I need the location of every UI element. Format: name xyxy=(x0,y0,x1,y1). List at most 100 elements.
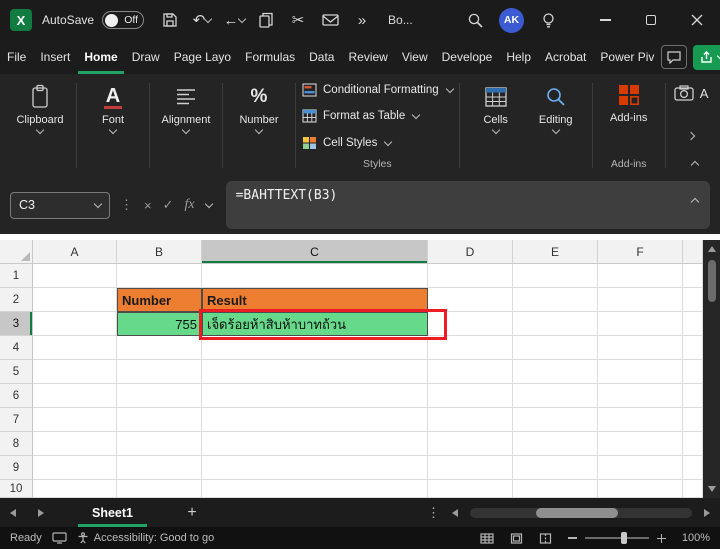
cell-C5[interactable] xyxy=(202,360,428,384)
zoom-in-button[interactable] xyxy=(657,534,666,543)
row-header-1[interactable]: 1 xyxy=(0,264,33,288)
cell-A2[interactable] xyxy=(33,288,117,312)
cell-F2[interactable] xyxy=(598,288,683,312)
cell-E4[interactable] xyxy=(513,336,598,360)
cell-B10[interactable] xyxy=(117,480,202,498)
cell-D4[interactable] xyxy=(428,336,513,360)
tab-draw[interactable]: Draw xyxy=(126,40,166,74)
close-button[interactable] xyxy=(674,0,720,40)
tab-power-pivot[interactable]: Power Piv xyxy=(594,40,660,74)
insert-function-button[interactable]: fx xyxy=(185,197,195,213)
cell-E5[interactable] xyxy=(513,360,598,384)
cell-A3[interactable] xyxy=(33,312,117,336)
tab-page-layout[interactable]: Page Layo xyxy=(168,40,237,74)
column-header-B[interactable]: B xyxy=(117,240,202,264)
zoom-out-button[interactable] xyxy=(568,537,577,539)
minimize-button[interactable] xyxy=(582,0,628,40)
cell-C2[interactable]: Result xyxy=(202,288,428,312)
cell-E10[interactable] xyxy=(513,480,598,498)
cell-D1[interactable] xyxy=(428,264,513,288)
row-header-5[interactable]: 5 xyxy=(0,360,33,384)
clipboard-group-button[interactable]: Clipboard xyxy=(10,79,70,174)
cell-F6[interactable] xyxy=(598,384,683,408)
cut-icon[interactable]: ✂ xyxy=(285,7,311,33)
page-break-view-icon[interactable] xyxy=(539,533,552,544)
cell-D5[interactable] xyxy=(428,360,513,384)
search-icon[interactable] xyxy=(462,7,488,33)
cell-B5[interactable] xyxy=(117,360,202,384)
undo-icon[interactable]: ↶ xyxy=(189,7,215,33)
comments-button[interactable] xyxy=(661,45,687,69)
back-arrow-icon[interactable]: ← xyxy=(221,7,247,33)
row-header-3[interactable]: 3 xyxy=(0,312,33,336)
cell-E2[interactable] xyxy=(513,288,598,312)
cell-B3[interactable]: 755 xyxy=(117,312,202,336)
row-header-8[interactable]: 8 xyxy=(0,432,33,456)
addin-partial-icon[interactable]: A xyxy=(700,86,709,101)
cell-F4[interactable] xyxy=(598,336,683,360)
cell-B1[interactable] xyxy=(117,264,202,288)
tab-insert[interactable]: Insert xyxy=(34,40,76,74)
cell-D3[interactable] xyxy=(428,312,513,336)
name-box[interactable]: C3 xyxy=(10,192,110,219)
scroll-up-button[interactable] xyxy=(708,240,716,258)
row-header-10[interactable]: 10 xyxy=(0,480,33,498)
row-header-2[interactable]: 2 xyxy=(0,288,33,312)
select-all-button[interactable] xyxy=(0,240,33,264)
column-header-E[interactable]: E xyxy=(513,240,598,264)
addins-button[interactable]: Add-ins xyxy=(599,79,659,124)
camera-icon[interactable] xyxy=(674,85,694,101)
cell-A4[interactable] xyxy=(33,336,117,360)
add-sheet-button[interactable]: + xyxy=(181,504,203,522)
hscroll-left-button[interactable] xyxy=(452,509,458,517)
cell-B2[interactable]: Number xyxy=(117,288,202,312)
cell-D2[interactable] xyxy=(428,288,513,312)
cell-A8[interactable] xyxy=(33,432,117,456)
vertical-scrollbar-thumb[interactable] xyxy=(708,260,716,302)
normal-view-icon[interactable] xyxy=(480,533,494,544)
cell-A9[interactable] xyxy=(33,456,117,480)
macro-record-icon[interactable] xyxy=(52,532,67,544)
scroll-down-button[interactable] xyxy=(708,480,716,498)
tab-help[interactable]: Help xyxy=(500,40,537,74)
tab-data[interactable]: Data xyxy=(303,40,340,74)
row-header-4[interactable]: 4 xyxy=(0,336,33,360)
cell-B8[interactable] xyxy=(117,432,202,456)
cell-F3[interactable] xyxy=(598,312,683,336)
autosave-toggle[interactable]: Off xyxy=(102,11,144,29)
cell-E1[interactable] xyxy=(513,264,598,288)
cell-E8[interactable] xyxy=(513,432,598,456)
editing-group-button[interactable]: Editing xyxy=(526,79,586,174)
cell-C6[interactable] xyxy=(202,384,428,408)
column-header-C[interactable]: C xyxy=(202,240,428,264)
cell-F5[interactable] xyxy=(598,360,683,384)
quick-access-overflow-icon[interactable]: » xyxy=(349,7,375,33)
cell-C8[interactable] xyxy=(202,432,428,456)
cell-D10[interactable] xyxy=(428,480,513,498)
cell-styles-button[interactable]: Cell Styles xyxy=(302,132,453,154)
number-group-button[interactable]: % Number xyxy=(229,79,289,174)
lightbulb-icon[interactable] xyxy=(535,7,561,33)
formula-input[interactable]: =BAHTTEXT(B3) xyxy=(226,181,710,229)
cell-C4[interactable] xyxy=(202,336,428,360)
cell-C3-selected[interactable]: เจ็ดร้อยห้าสิบห้าบาทถ้วน xyxy=(202,312,428,336)
cell-F10[interactable] xyxy=(598,480,683,498)
cell-B7[interactable] xyxy=(117,408,202,432)
row-header-7[interactable]: 7 xyxy=(0,408,33,432)
next-sheet-button[interactable] xyxy=(38,509,44,517)
cell-C7[interactable] xyxy=(202,408,428,432)
cell-D7[interactable] xyxy=(428,408,513,432)
alignment-group-button[interactable]: Alignment xyxy=(156,79,216,174)
vertical-scrollbar[interactable] xyxy=(703,240,720,498)
tab-view[interactable]: View xyxy=(396,40,434,74)
cell-A6[interactable] xyxy=(33,384,117,408)
cell-B9[interactable] xyxy=(117,456,202,480)
tab-developer[interactable]: Develope xyxy=(436,40,499,74)
tab-file[interactable]: File xyxy=(1,40,32,74)
cell-A10[interactable] xyxy=(33,480,117,498)
avatar[interactable]: AK xyxy=(499,8,524,33)
zoom-slider-thumb[interactable] xyxy=(621,532,627,544)
hscroll-right-button[interactable] xyxy=(704,509,710,517)
zoom-slider[interactable] xyxy=(585,537,649,539)
cell-C10[interactable] xyxy=(202,480,428,498)
